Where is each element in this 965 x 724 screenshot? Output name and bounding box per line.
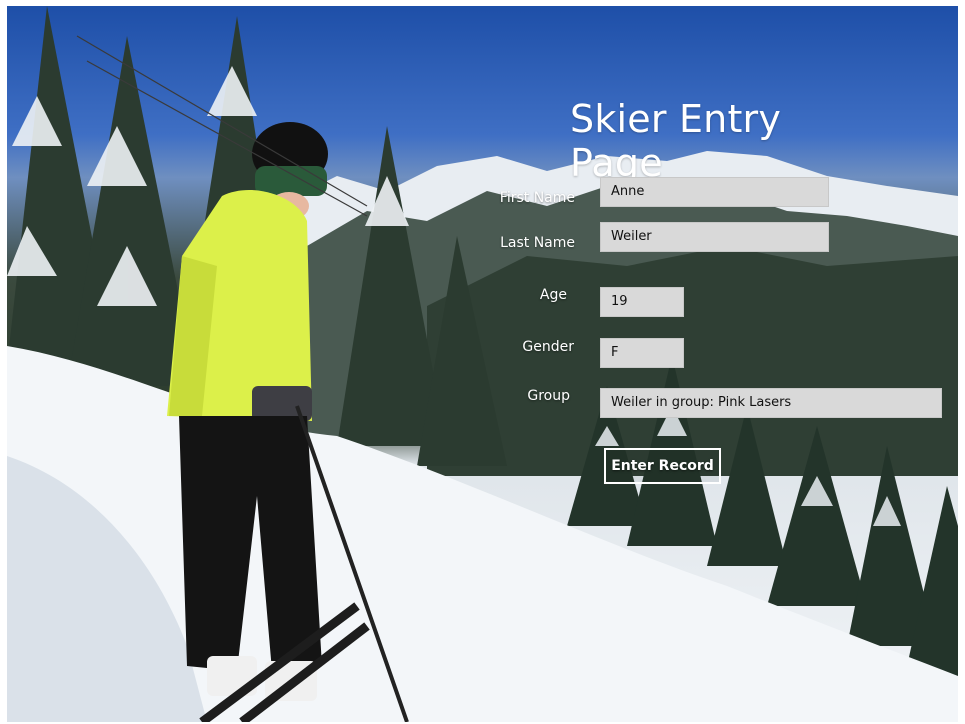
last-name-label: Last Name	[500, 235, 575, 251]
age-field[interactable]: 19	[600, 287, 684, 317]
group-label: Group	[527, 388, 570, 404]
last-name-field[interactable]: Weiler	[600, 222, 829, 252]
background-photo: Skier Entry Page First Name Anne Last Na…	[7, 6, 958, 722]
gender-label: Gender	[522, 339, 574, 355]
enter-record-button[interactable]: Enter Record	[604, 448, 721, 484]
age-label: Age	[539, 287, 567, 303]
first-name-label: First Name	[499, 190, 575, 206]
gender-field[interactable]: F	[600, 338, 684, 368]
page-title: Skier Entry Page	[570, 97, 782, 185]
group-field[interactable]: Weiler in group: Pink Lasers	[600, 388, 942, 418]
first-name-field[interactable]: Anne	[600, 177, 829, 207]
